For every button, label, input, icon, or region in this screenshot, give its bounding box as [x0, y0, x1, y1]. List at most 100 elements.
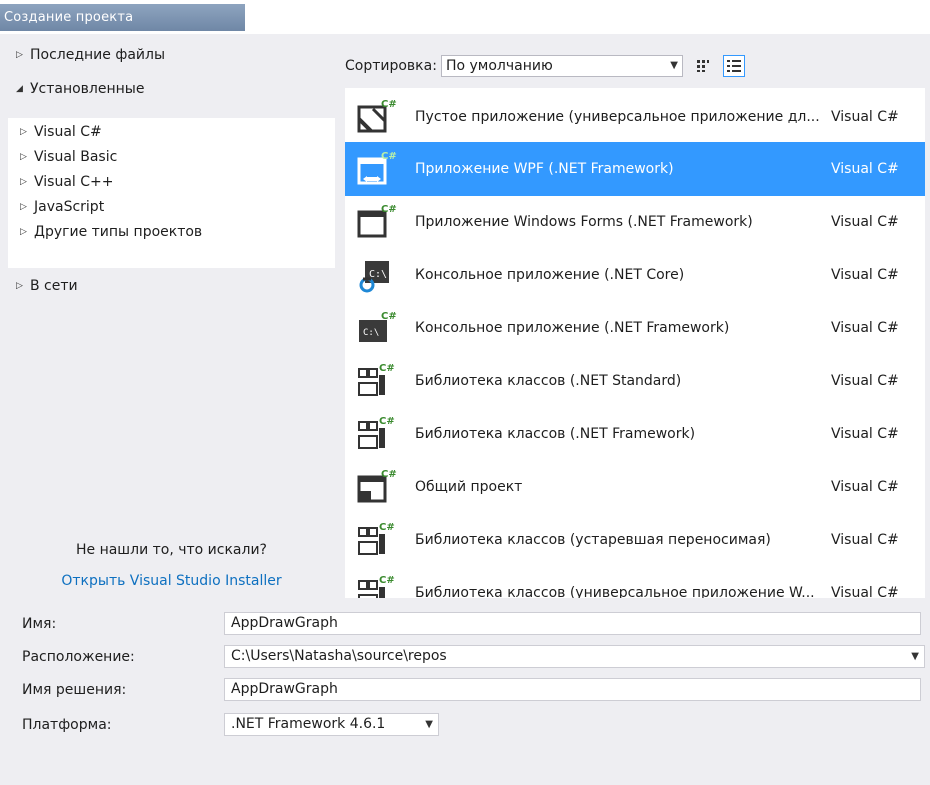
template-list: C# Пустое приложение (универсальное прил… — [345, 88, 925, 598]
tree-item-label: JavaScript — [34, 199, 105, 215]
template-name: Консольное приложение (.NET Framework) — [415, 320, 730, 336]
template-row[interactable]: C# Приложение Windows Forms (.NET Framew… — [345, 195, 925, 249]
small-icons-view-button[interactable] — [692, 55, 714, 77]
expand-arrow-icon[interactable]: ▷ — [20, 196, 34, 218]
solution-name-input[interactable]: AppDrawGraph — [224, 678, 921, 701]
template-row[interactable]: C# Библиотека классов (универсальное при… — [345, 566, 925, 598]
template-row[interactable]: C# Библиотека классов (.NET Standard) Vi… — [345, 354, 925, 408]
template-name: Консольное приложение (.NET Core) — [415, 267, 685, 283]
template-language: Visual C# — [831, 426, 899, 442]
class-library-icon: C# — [353, 573, 401, 598]
svg-text:C:\: C:\ — [369, 269, 387, 280]
svg-text:C#: C# — [381, 204, 397, 215]
template-name: Пустое приложение (универсальное приложе… — [415, 109, 820, 125]
blank-app-icon: C# — [353, 97, 401, 137]
template-name: Библиотека классов (.NET Framework) — [415, 426, 696, 442]
svg-text:C:\: C:\ — [363, 328, 379, 338]
solution-name-value: AppDrawGraph — [231, 681, 338, 697]
tree-item-visual-cpp[interactable]: ▷ Visual C++ — [20, 171, 113, 193]
template-name: Библиотека классов (универсальное прилож… — [415, 585, 815, 598]
expand-arrow-icon[interactable]: ▷ — [20, 146, 34, 168]
svg-text:C#: C# — [381, 311, 397, 322]
class-library-icon: C# — [353, 520, 401, 560]
project-settings-form: Имя: AppDrawGraph Расположение: C:\Users… — [0, 602, 930, 785]
shared-project-icon: C# — [353, 467, 401, 507]
svg-text:C#: C# — [381, 99, 397, 110]
open-installer-link[interactable]: Открыть Visual Studio Installer — [8, 573, 335, 589]
tree-item-other-types[interactable]: ▷ Другие типы проектов — [20, 221, 202, 243]
tree-item-label: Другие типы проектов — [34, 224, 203, 240]
location-value: C:\Users\Natasha\source\repos — [231, 648, 447, 664]
svg-text:C#: C# — [379, 363, 395, 374]
chevron-down-icon[interactable]: ▼ — [425, 714, 433, 735]
tree-node-installed[interactable]: ◢ Установленные — [16, 78, 144, 100]
tree-node-online[interactable]: ▷ В сети — [16, 275, 78, 297]
platform-value: .NET Framework 4.6.1 — [231, 716, 386, 732]
solution-name-label: Имя решения: — [22, 682, 127, 698]
expand-arrow-icon[interactable]: ▷ — [20, 121, 34, 143]
expand-arrow-icon[interactable]: ▷ — [16, 44, 30, 66]
tree-item-label: Visual C++ — [34, 174, 114, 190]
location-label: Расположение: — [22, 649, 135, 665]
template-language: Visual C# — [831, 320, 899, 336]
list-view-button[interactable] — [722, 55, 745, 77]
project-name-input[interactable]: AppDrawGraph — [224, 612, 921, 635]
platform-dropdown[interactable]: .NET Framework 4.6.1 ▼ — [224, 713, 439, 736]
template-name: Приложение Windows Forms (.NET Framework… — [415, 214, 753, 230]
console-framework-icon: C:\ C# — [353, 308, 401, 348]
template-name: Общий проект — [415, 479, 523, 495]
collapse-arrow-icon[interactable]: ◢ — [16, 78, 30, 100]
title-bar: Создание проекта — [0, 0, 930, 34]
class-library-icon: C# — [353, 414, 401, 454]
template-language: Visual C# — [831, 267, 899, 283]
class-library-icon: C# — [353, 361, 401, 401]
svg-text:C#: C# — [381, 151, 397, 162]
console-core-icon: C:\ — [353, 255, 401, 295]
winforms-app-icon: C# — [353, 202, 401, 242]
template-name: Библиотека классов (.NET Standard) — [415, 373, 682, 389]
expand-arrow-icon[interactable]: ▷ — [20, 221, 34, 243]
sort-dropdown[interactable]: По умолчанию ▼ — [440, 55, 683, 77]
chevron-down-icon: ▼ — [670, 60, 678, 71]
installed-languages: ▷ Visual C# ▷ Visual Basic ▷ Visual C++ … — [8, 118, 335, 268]
svg-text:C#: C# — [379, 416, 395, 427]
svg-text:C#: C# — [379, 575, 395, 586]
name-label: Имя: — [22, 616, 57, 632]
template-row[interactable]: C# Библиотека классов (устаревшая перено… — [345, 513, 925, 567]
template-language: Visual C# — [831, 585, 899, 598]
template-name: Приложение WPF (.NET Framework) — [415, 161, 674, 177]
tree-node-label: В сети — [30, 278, 78, 294]
template-language: Visual C# — [831, 109, 899, 125]
template-row[interactable]: C:\ Консольное приложение (.NET Core) Vi… — [345, 248, 925, 302]
tree-node-recent[interactable]: ▷ Последние файлы — [16, 44, 165, 66]
tree-item-visual-csharp[interactable]: ▷ Visual C# — [20, 121, 102, 143]
template-language: Visual C# — [831, 214, 899, 230]
grid-view-icon — [696, 60, 709, 72]
project-name-value: AppDrawGraph — [231, 615, 338, 631]
list-view-icon — [726, 60, 741, 72]
location-combobox[interactable]: C:\Users\Natasha\source\repos ▼ — [224, 645, 925, 668]
template-name: Библиотека классов (устаревшая переносим… — [415, 532, 771, 548]
expand-arrow-icon[interactable]: ▷ — [20, 171, 34, 193]
template-row[interactable]: C:\ C# Консольное приложение (.NET Framew… — [345, 301, 925, 355]
template-row[interactable]: C# Общий проект Visual C# — [345, 460, 925, 514]
sort-value: По умолчанию — [445, 58, 553, 74]
tree-item-label: Visual C# — [34, 124, 102, 140]
tree-item-visual-basic[interactable]: ▷ Visual Basic — [20, 146, 117, 168]
svg-text:C#: C# — [379, 522, 395, 533]
template-row[interactable]: C# Библиотека классов (.NET Framework) V… — [345, 407, 925, 461]
template-tree-panel: ▷ Последние файлы ◢ Установленные ▷ Visu… — [8, 40, 335, 600]
template-row[interactable]: C# Пустое приложение (универсальное прил… — [345, 90, 925, 144]
template-language: Visual C# — [831, 161, 899, 177]
template-row-selected[interactable]: C# Приложение WPF (.NET Framework) Visua… — [345, 142, 925, 196]
template-language: Visual C# — [831, 532, 899, 548]
platform-label: Платформа: — [22, 717, 112, 733]
expand-arrow-icon[interactable]: ▷ — [16, 275, 30, 297]
chevron-down-icon[interactable]: ▼ — [911, 646, 919, 667]
sort-toolbar: Сортировка: По умолчанию ▼ — [345, 52, 925, 80]
wpf-app-icon: C# — [353, 149, 401, 189]
sort-label: Сортировка: — [345, 58, 437, 74]
tree-item-javascript[interactable]: ▷ JavaScript — [20, 196, 104, 218]
window-title: Создание проекта — [0, 4, 245, 31]
tree-node-label: Последние файлы — [30, 47, 165, 63]
